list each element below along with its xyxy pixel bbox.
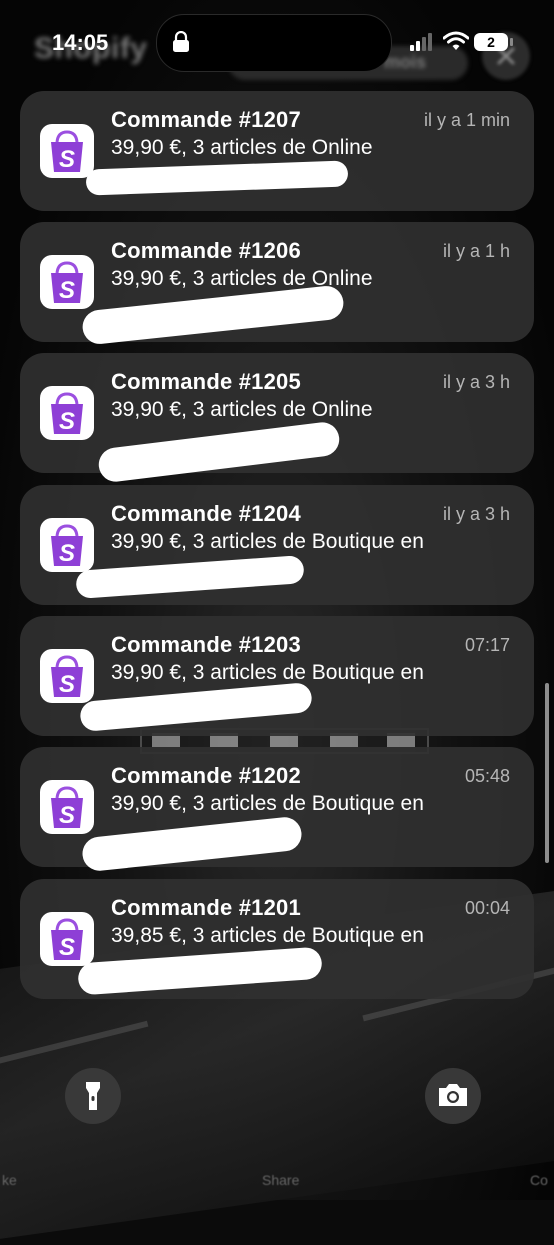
notification-body: 39,90 €, 3 articles de Boutique en bbox=[111, 792, 424, 815]
shopify-bag-icon: S bbox=[40, 255, 94, 309]
svg-text:S: S bbox=[59, 408, 75, 435]
notification-card[interactable]: S Commande #1206 il y a 1 h 39,90 €, 3 a… bbox=[20, 222, 534, 346]
redaction-mark bbox=[79, 681, 313, 733]
flashlight-button[interactable] bbox=[65, 1068, 121, 1124]
bottom-label-right: Co bbox=[530, 1172, 548, 1188]
cellular-signal-icon bbox=[410, 33, 432, 51]
notification-body: 39,90 €, 3 articles de Boutique en bbox=[111, 530, 424, 553]
shopify-bag-icon: S bbox=[40, 649, 94, 703]
flashlight-icon bbox=[86, 1082, 100, 1110]
notification-card[interactable]: S Commande #1204 il y a 3 h 39,90 €, 3 a… bbox=[20, 485, 534, 605]
notification-title: Commande #1201 bbox=[111, 895, 301, 920]
notification-body: 39,90 €, 3 articles de Online bbox=[111, 136, 373, 159]
svg-text:S: S bbox=[59, 671, 75, 698]
redaction-mark bbox=[80, 284, 346, 346]
shopify-bag-icon: S bbox=[40, 912, 94, 966]
notification-body: 39,90 €, 3 articles de Boutique en bbox=[111, 661, 424, 684]
notification-scrollbar[interactable] bbox=[545, 683, 549, 863]
notification-title: Commande #1205 bbox=[111, 369, 301, 394]
svg-text:S: S bbox=[59, 146, 75, 173]
notification-body: 39,90 €, 3 articles de Online bbox=[111, 398, 373, 421]
dynamic-island bbox=[156, 14, 392, 72]
notification-time: 07:17 bbox=[464, 635, 510, 655]
shopify-bag-icon: S bbox=[40, 124, 94, 178]
wifi-icon bbox=[443, 31, 469, 50]
notification-card[interactable]: S Commande #1207 il y a 1 min 39,90 €, 3… bbox=[20, 91, 534, 211]
notification-title: Commande #1202 bbox=[111, 763, 301, 788]
notification-title: Commande #1206 bbox=[111, 238, 301, 263]
svg-text:S: S bbox=[59, 802, 75, 829]
notification-body: 39,85 €, 3 articles de Boutique en bbox=[111, 924, 424, 947]
background-pill-text: mois bbox=[384, 52, 427, 72]
battery-icon: 2 bbox=[474, 33, 508, 51]
bottom-label-share: Share bbox=[262, 1172, 300, 1188]
notification-title: Commande #1207 bbox=[111, 107, 301, 132]
redaction-mark bbox=[77, 946, 323, 996]
svg-text:S: S bbox=[59, 277, 75, 304]
svg-text:S: S bbox=[59, 934, 75, 961]
notification-title: Commande #1203 bbox=[111, 632, 301, 657]
notification-card[interactable]: S Commande #1201 00:04 39,85 €, 3 articl… bbox=[20, 879, 534, 999]
bottom-label-left: ke bbox=[2, 1172, 17, 1188]
shopify-bag-icon: S bbox=[40, 780, 94, 834]
notification-time: 05:48 bbox=[464, 766, 510, 786]
notification-card[interactable]: S Commande #1203 07:17 39,90 €, 3 articl… bbox=[20, 616, 534, 736]
notification-time: il y a 3 h bbox=[442, 372, 510, 392]
svg-text:S: S bbox=[59, 540, 75, 567]
camera-icon bbox=[439, 1084, 467, 1106]
camera-button[interactable] bbox=[425, 1068, 481, 1124]
notification-card[interactable]: S Commande #1205 il y a 3 h 39,90 €, 3 a… bbox=[20, 353, 534, 484]
redaction-mark bbox=[75, 555, 305, 599]
shopify-bag-icon: S bbox=[40, 518, 94, 572]
notification-time: il y a 3 h bbox=[442, 504, 510, 524]
redaction-mark bbox=[80, 815, 304, 873]
notification-time: 00:04 bbox=[464, 898, 510, 918]
battery-cap bbox=[510, 38, 513, 46]
notification-title: Commande #1204 bbox=[111, 501, 301, 526]
notification-card[interactable]: S Commande #1202 05:48 39,90 €, 3 articl… bbox=[20, 747, 534, 873]
redaction-mark bbox=[85, 160, 349, 196]
status-bar-time: 14:05 bbox=[52, 30, 109, 55]
notification-time: il y a 1 h bbox=[442, 241, 510, 261]
notification-time: il y a 1 min bbox=[423, 110, 510, 130]
shopify-bag-icon: S bbox=[40, 386, 94, 440]
lock-icon bbox=[173, 31, 189, 52]
